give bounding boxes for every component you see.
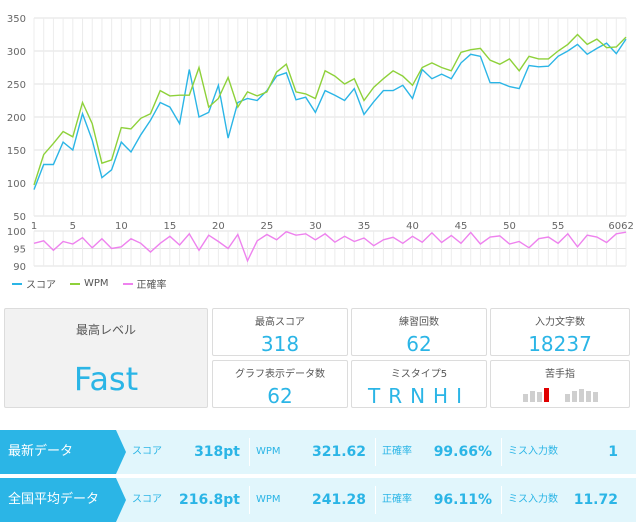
- summary-panel: 最高レベル Fast 最高スコア 318 練習回数 62 入力文字数 18237…: [0, 302, 636, 410]
- legend-swatch-wpm: [70, 282, 80, 285]
- practice-count-box: 練習回数 62: [351, 308, 487, 356]
- finger-bar: [522, 394, 528, 402]
- finger-bar: [564, 394, 570, 402]
- wpm-value: 321.62: [311, 444, 366, 460]
- miss-count-value: 11.72: [573, 492, 618, 508]
- divider: [375, 438, 376, 466]
- miss-count-label: ミス入力数: [508, 446, 558, 457]
- accuracy-value: 96.11%: [433, 492, 492, 508]
- miss-type-box: ミスタイプ5 TRNHI: [351, 360, 487, 408]
- practice-count-value: 62: [406, 332, 432, 356]
- max-level-box: 最高レベル Fast: [4, 308, 208, 408]
- legend-item-accuracy: 正確率: [122, 276, 167, 291]
- divider: [375, 486, 376, 514]
- latest-data-row: 最新データ スコア 318pt WPM 321.62 正確率 99.66% ミス…: [0, 430, 636, 474]
- divider: [249, 438, 250, 466]
- chars-typed-label: 入力文字数: [535, 317, 585, 328]
- finger-bar: [536, 392, 542, 402]
- y-tick-label: 100: [7, 227, 26, 238]
- miss-count-value: 1: [608, 444, 618, 460]
- score-label: スコア: [132, 494, 162, 505]
- miss-type-label: ミスタイプ5: [390, 369, 448, 380]
- y-tick-label: 95: [13, 245, 26, 256]
- finger-bar: [578, 389, 584, 402]
- finger-bar: [529, 391, 535, 402]
- row-arrow: [116, 478, 126, 522]
- accuracy-label: 正確率: [382, 494, 412, 505]
- wpm-label: WPM: [256, 446, 281, 457]
- legend-swatch-score: [12, 282, 22, 285]
- accuracy-chart: 90 95 100: [7, 227, 627, 273]
- national-average-heading: 全国平均データ: [0, 478, 116, 522]
- score-value: 216.8pt: [179, 492, 240, 508]
- score-label: スコア: [132, 446, 162, 457]
- finger-bars: [491, 386, 629, 402]
- y-tick-label: 150: [7, 146, 26, 157]
- series-line-wpm: [33, 33, 627, 186]
- best-score-box: 最高スコア 318: [212, 308, 348, 356]
- max-level-label: 最高レベル: [75, 323, 136, 337]
- legend-item-wpm: WPM: [70, 276, 109, 291]
- chart-legend: スコア WPM 正確率: [12, 276, 167, 291]
- chars-typed-box: 入力文字数 18237: [490, 308, 630, 356]
- y-tick-label: 250: [7, 80, 26, 91]
- series-line-score: [33, 38, 627, 190]
- latest-data-heading: 最新データ: [0, 430, 116, 474]
- legend-item-score: スコア: [12, 276, 56, 291]
- score-wpm-chart: 501001502002503003501 5 10 15 20 25 30 35 40 45 50…: [7, 14, 634, 232]
- finger-bar: [571, 391, 577, 402]
- row-arrow: [116, 430, 126, 474]
- series-line-accuracy: [33, 230, 627, 263]
- graph-points-value: 62: [267, 384, 293, 408]
- weak-finger-box: 苦手指: [490, 360, 630, 408]
- legend-swatch-accuracy: [122, 282, 133, 285]
- y-tick-label: 350: [7, 14, 26, 25]
- weak-finger-label: 苦手指: [545, 369, 575, 380]
- divider: [501, 438, 502, 466]
- wpm-label: WPM: [256, 494, 281, 505]
- practice-count-label: 練習回数: [399, 317, 439, 328]
- graph-points-box: グラフ表示データ数 62: [212, 360, 348, 408]
- graph-points-label: グラフ表示データ数: [235, 369, 325, 380]
- score-value: 318pt: [194, 444, 240, 460]
- accuracy-value: 99.66%: [433, 444, 492, 460]
- finger-bar: [543, 388, 549, 402]
- divider: [501, 486, 502, 514]
- y-tick-label: 100: [7, 179, 26, 190]
- max-level-value: Fast: [73, 360, 139, 398]
- y-tick-label: 300: [7, 47, 26, 58]
- best-score-value: 318: [260, 332, 300, 356]
- y-tick-label: 50: [13, 212, 26, 223]
- y-tick-label: 90: [13, 262, 26, 273]
- finger-bar: [592, 392, 598, 402]
- national-average-row: 全国平均データ スコア 216.8pt WPM 241.28 正確率 96.11…: [0, 478, 636, 522]
- wpm-value: 241.28: [311, 492, 366, 508]
- best-score-label: 最高スコア: [255, 317, 305, 328]
- finger-bar: [585, 391, 591, 402]
- chars-typed-value: 18237: [528, 332, 592, 356]
- accuracy-label: 正確率: [382, 446, 412, 457]
- miss-count-label: ミス入力数: [508, 494, 558, 505]
- y-tick-label: 200: [7, 113, 26, 124]
- charts-area: 50 100 150 200 250 300 350 1 5 10 15 20 25 30 35 40 45 50…: [0, 0, 636, 300]
- divider: [249, 486, 250, 514]
- miss-type-value: TRNHI: [367, 384, 470, 408]
